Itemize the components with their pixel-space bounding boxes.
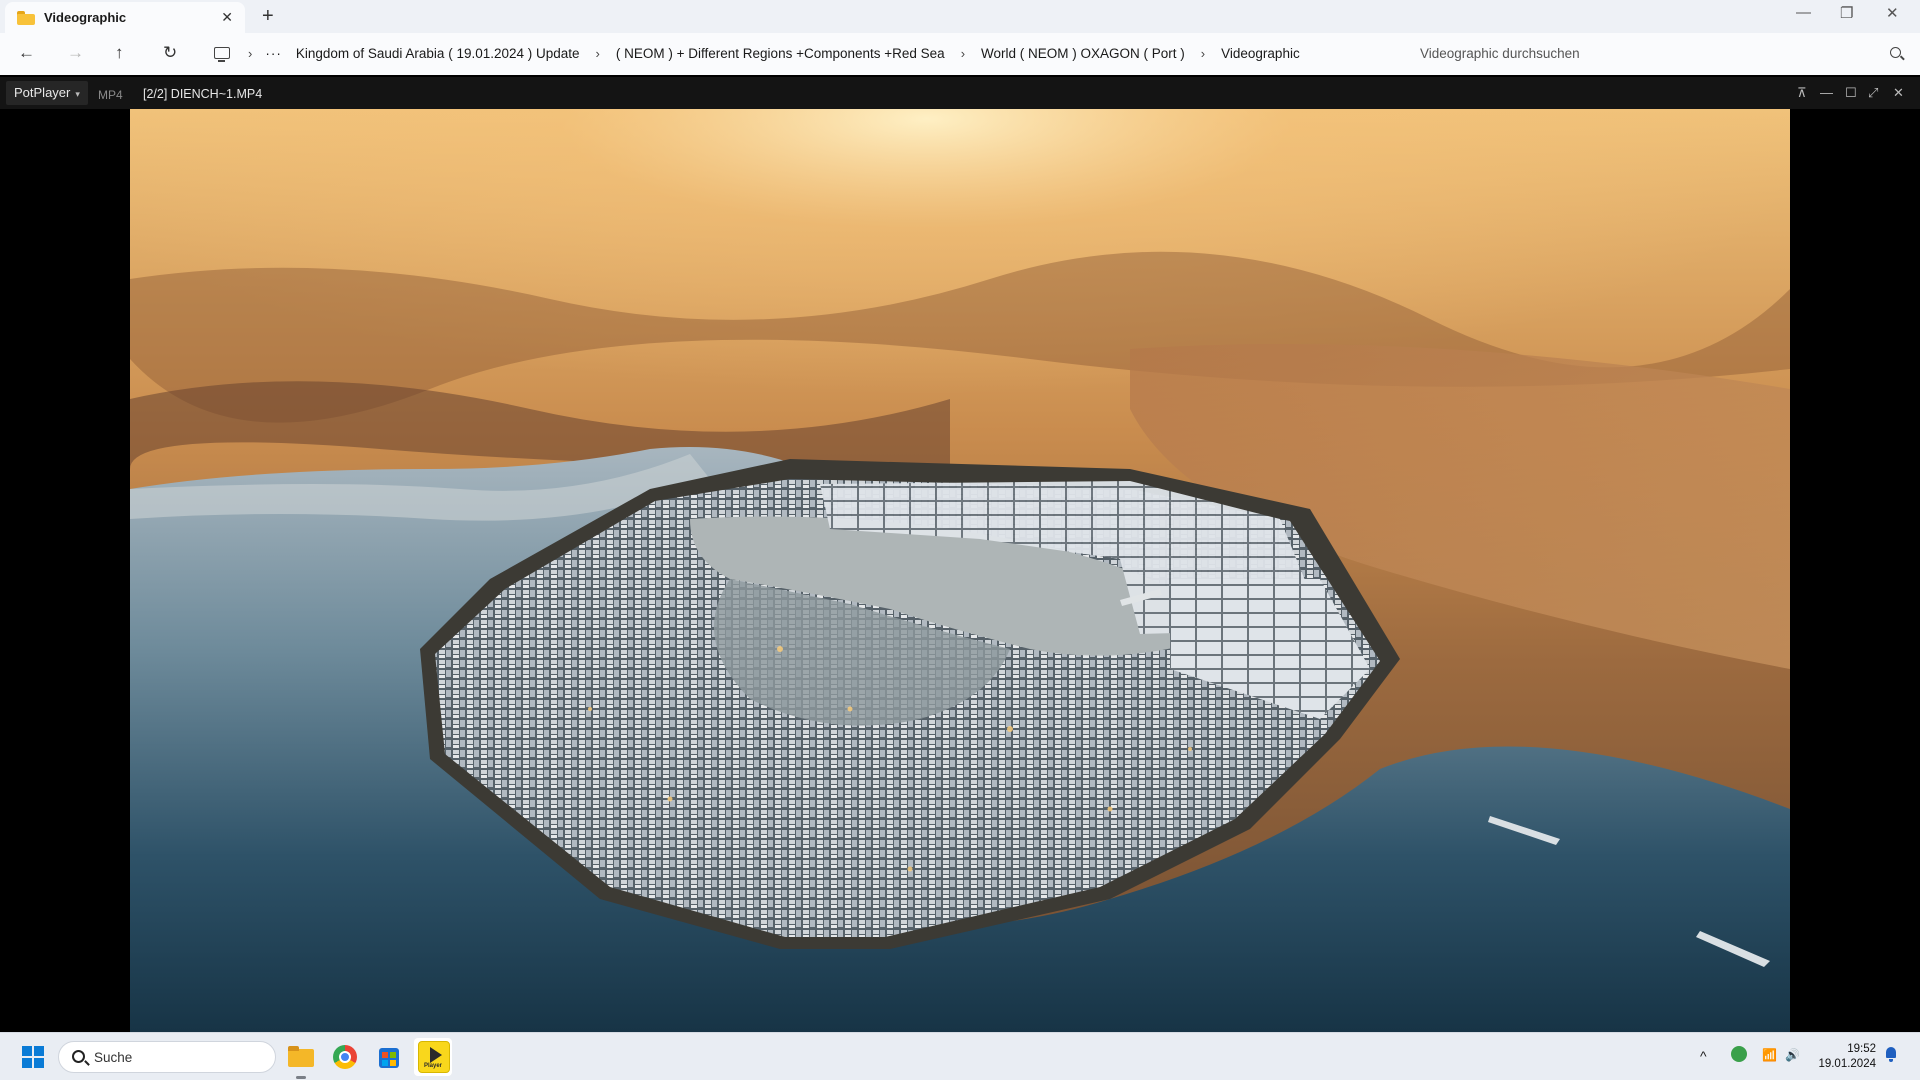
breadcrumb-item[interactable]: Kingdom of Saudi Arabia ( 19.01.2024 ) U…	[296, 46, 580, 61]
player-minimize-icon[interactable]: —	[1820, 85, 1833, 100]
chrome-icon[interactable]	[329, 1041, 361, 1073]
breadcrumb-item[interactable]: World ( NEOM ) OXAGON ( Port )	[981, 46, 1185, 61]
refresh-icon[interactable]: ↻	[163, 43, 177, 63]
new-tab-button[interactable]: +	[262, 5, 274, 28]
back-icon[interactable]: ←	[18, 43, 35, 63]
wifi-icon[interactable]: 📶	[1762, 1048, 1777, 1062]
close-icon[interactable]: ✕	[1886, 4, 1899, 22]
restore-icon[interactable]: ❐	[1840, 4, 1853, 22]
player-titlebar: PotPlayer ▾ MP4 [2/2] DIENCH~1.MP4 ⊼ — ☐ …	[0, 75, 1920, 109]
potplayer-menu-button[interactable]: PotPlayer ▾	[6, 81, 88, 105]
file-title: [2/2] DIENCH~1.MP4	[143, 87, 263, 101]
format-badge: MP4	[98, 88, 123, 102]
tray-overflow-chevron-icon[interactable]: ^	[1700, 1048, 1707, 1064]
search-input[interactable]: Videographic durchsuchen	[1408, 37, 1913, 71]
desktop: Videographic ✕ + — ❐ ✕ ← → ↑ ↻ › ··· Kin…	[0, 0, 1920, 1080]
breadcrumb-overflow-button[interactable]: ···	[265, 46, 282, 61]
player-maximize-icon[interactable]: ☐	[1845, 85, 1857, 101]
breadcrumb-sep-icon[interactable]: ›	[596, 46, 600, 61]
potplayer-taskbar-button[interactable]: Player	[414, 1038, 452, 1076]
breadcrumb-sep-icon[interactable]: ›	[248, 46, 252, 61]
breadcrumb-item[interactable]: ( NEOM ) + Different Regions +Components…	[616, 46, 945, 61]
this-pc-icon[interactable]	[214, 47, 230, 62]
video-frame-image	[130, 109, 1790, 1032]
tab-videographic[interactable]: Videographic ✕	[5, 2, 245, 33]
potplayer-icon: Player	[418, 1041, 450, 1073]
search-placeholder: Videographic durchsuchen	[1420, 46, 1580, 61]
up-icon[interactable]: ↑	[115, 43, 124, 63]
search-icon	[72, 1050, 85, 1063]
taskbar-search-input[interactable]: Suche	[58, 1041, 276, 1073]
search-icon[interactable]	[1890, 47, 1901, 58]
clock[interactable]: 19:52 19.01.2024	[1806, 1042, 1876, 1072]
folder-icon	[17, 10, 35, 25]
player-fullscreen-icon[interactable]: ⤢	[1868, 85, 1878, 101]
potplayer-brand: PotPlayer	[14, 85, 71, 100]
potplayer-icon-label: Player	[424, 1063, 443, 1069]
clock-date: 19.01.2024	[1818, 1058, 1876, 1070]
security-shield-icon[interactable]	[1731, 1046, 1747, 1062]
tab-title: Videographic	[44, 10, 127, 25]
forward-icon[interactable]: →	[67, 43, 84, 63]
breadcrumb-sep-icon[interactable]: ›	[1201, 46, 1205, 61]
taskbar-search-placeholder: Suche	[94, 1050, 133, 1065]
chevron-down-icon: ▾	[75, 89, 80, 99]
taskbar: Suche Player ^ 📶 🔊 19:52 19.01.2024	[0, 1032, 1920, 1080]
pin-icon[interactable]: ⊼	[1797, 85, 1807, 101]
microsoft-store-icon[interactable]	[373, 1041, 405, 1073]
running-indicator	[296, 1076, 306, 1079]
tab-close-icon[interactable]: ✕	[221, 9, 233, 26]
minimize-icon[interactable]: —	[1796, 4, 1811, 21]
explorer-titlebar: Videographic ✕ + — ❐ ✕	[0, 0, 1920, 33]
file-explorer-icon[interactable]	[285, 1041, 317, 1079]
clock-time: 19:52	[1847, 1043, 1876, 1055]
breadcrumb: › ··· Kingdom of Saudi Arabia ( 19.01.20…	[240, 46, 1300, 61]
explorer-navbar: ← → ↑ ↻ › ··· Kingdom of Saudi Arabia ( …	[0, 33, 1920, 75]
player-close-icon[interactable]: ✕	[1893, 85, 1904, 101]
volume-icon[interactable]: 🔊	[1785, 1048, 1800, 1062]
breadcrumb-item[interactable]: Videographic	[1221, 46, 1300, 61]
video-viewport[interactable]	[130, 109, 1790, 1032]
notification-bell-icon[interactable]	[1884, 1047, 1898, 1062]
windows-start-icon[interactable]	[22, 1046, 44, 1068]
breadcrumb-sep-icon[interactable]: ›	[961, 46, 965, 61]
